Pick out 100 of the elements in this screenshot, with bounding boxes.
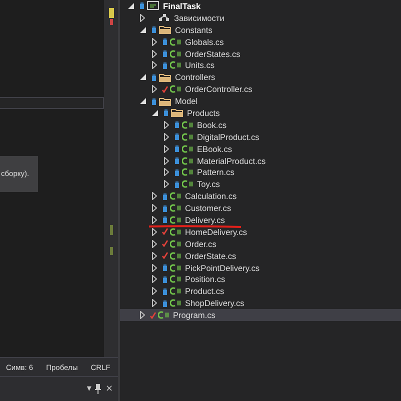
tree-item[interactable]: DigitalProduct.cs bbox=[120, 130, 401, 143]
tree-item[interactable]: OrderController.cs bbox=[120, 83, 401, 96]
expanded-arrow-icon[interactable] bbox=[140, 74, 146, 80]
tree-item[interactable]: Delivery.cs bbox=[120, 214, 401, 226]
collapsed-arrow-icon[interactable] bbox=[152, 287, 157, 296]
item-label: Model bbox=[175, 96, 198, 106]
item-label: DigitalProduct.cs bbox=[197, 132, 260, 142]
item-label: Calculation.cs bbox=[185, 191, 237, 202]
tree-item[interactable]: Units.cs bbox=[120, 59, 401, 72]
tree-item[interactable]: Globals.cs bbox=[120, 36, 401, 48]
collapsed-arrow-icon[interactable] bbox=[152, 228, 157, 236]
tree-item[interactable]: Calculation.cs bbox=[120, 190, 401, 202]
collapsed-arrow-icon[interactable] bbox=[152, 61, 157, 70]
tree-item[interactable]: Model bbox=[120, 95, 401, 108]
item-label: Program.cs bbox=[173, 310, 216, 320]
collapsed-arrow-icon[interactable] bbox=[140, 311, 145, 320]
csharp-file-icon bbox=[170, 61, 181, 70]
item-label: Order.cs bbox=[185, 238, 216, 249]
close-button[interactable]: × bbox=[104, 384, 114, 394]
tree-item[interactable]: Program.cs bbox=[120, 309, 401, 322]
collapsed-arrow-icon[interactable] bbox=[164, 120, 169, 129]
csharp-file-icon bbox=[170, 192, 181, 200]
collapsed-arrow-icon[interactable] bbox=[140, 14, 145, 22]
tree-item[interactable]: Toy.cs bbox=[120, 178, 401, 190]
csharp-file-icon bbox=[182, 168, 193, 176]
expanded-arrow-icon[interactable] bbox=[140, 26, 146, 33]
item-label: EBook.cs bbox=[197, 144, 232, 154]
item-label: Constants bbox=[175, 24, 212, 35]
tree-item[interactable]: Controllers bbox=[120, 71, 401, 84]
collapsed-arrow-icon[interactable] bbox=[152, 240, 157, 248]
tree-item[interactable]: MaterialProduct.cs bbox=[120, 154, 401, 166]
csharp-file-icon bbox=[170, 38, 181, 46]
collapsed-arrow-icon[interactable] bbox=[164, 144, 169, 153]
tree-item[interactable]: OrderState.cs bbox=[120, 250, 401, 262]
csharp-file-icon bbox=[170, 275, 181, 284]
folder-icon bbox=[159, 72, 171, 82]
expanded-arrow-icon[interactable] bbox=[152, 110, 158, 116]
csharp-file-icon bbox=[170, 252, 181, 260]
collapsed-arrow-icon[interactable] bbox=[152, 85, 157, 94]
project-icon bbox=[147, 1, 159, 10]
folder-icon bbox=[171, 108, 183, 118]
collapsed-arrow-icon[interactable] bbox=[152, 216, 157, 224]
csharp-file-icon bbox=[170, 216, 181, 224]
tree-item[interactable]: HomeDelivery.cs bbox=[120, 226, 401, 238]
csharp-file-icon bbox=[182, 144, 193, 153]
tree-item[interactable]: Constants bbox=[120, 24, 401, 36]
csharp-file-icon bbox=[170, 50, 181, 58]
item-label: Controllers bbox=[175, 72, 216, 82]
csharp-file-icon bbox=[170, 85, 181, 94]
collapsed-arrow-icon[interactable] bbox=[152, 50, 157, 58]
item-label: Book.cs bbox=[197, 120, 227, 130]
tree-item[interactable]: FinalTask bbox=[120, 0, 401, 12]
dependencies-icon bbox=[158, 13, 170, 22]
item-label: Product.cs bbox=[185, 286, 224, 296]
collapsed-arrow-icon[interactable] bbox=[164, 132, 169, 141]
csharp-file-icon bbox=[182, 120, 193, 129]
tree-item[interactable]: Position.cs bbox=[120, 273, 401, 286]
tree-item[interactable]: Product.cs bbox=[120, 285, 401, 298]
collapsed-arrow-icon[interactable] bbox=[152, 264, 157, 272]
tree-item[interactable]: Products bbox=[120, 107, 401, 119]
tree-item[interactable]: ShopDelivery.cs bbox=[120, 297, 401, 310]
collapsed-arrow-icon[interactable] bbox=[152, 192, 157, 200]
tree-item[interactable]: Book.cs bbox=[120, 118, 401, 131]
collapsed-arrow-icon[interactable] bbox=[152, 38, 157, 46]
item-label: OrderState.cs bbox=[185, 250, 236, 261]
tree-item[interactable]: Зависимости bbox=[120, 12, 401, 24]
csharp-file-icon bbox=[170, 299, 181, 308]
tree-item[interactable]: PickPointDelivery.cs bbox=[120, 262, 401, 274]
expanded-arrow-icon[interactable] bbox=[128, 2, 134, 9]
item-label: Units.cs bbox=[185, 60, 215, 70]
tree-item[interactable]: Order.cs bbox=[120, 238, 401, 250]
item-label: Delivery.cs bbox=[185, 214, 225, 225]
item-label: MaterialProduct.cs bbox=[197, 156, 266, 166]
collapsed-arrow-icon[interactable] bbox=[164, 180, 169, 188]
tree-item[interactable]: Pattern.cs bbox=[120, 166, 401, 178]
collapsed-arrow-icon[interactable] bbox=[164, 168, 169, 176]
collapsed-arrow-icon[interactable] bbox=[152, 275, 157, 284]
tree-item[interactable]: EBook.cs bbox=[120, 142, 401, 155]
csharp-file-icon bbox=[170, 264, 181, 272]
item-label: Customer.cs bbox=[185, 203, 232, 214]
tree-item[interactable]: OrderStates.cs bbox=[120, 48, 401, 60]
dropdown-button[interactable]: ▾ bbox=[86, 384, 92, 394]
collapsed-arrow-icon[interactable] bbox=[152, 252, 157, 260]
folder-icon bbox=[159, 96, 171, 106]
tree-item[interactable]: Customer.cs bbox=[120, 202, 401, 214]
collapsed-arrow-icon[interactable] bbox=[152, 299, 157, 308]
csharp-file-icon bbox=[170, 204, 181, 212]
csharp-file-icon bbox=[170, 228, 181, 236]
csharp-file-icon bbox=[182, 180, 193, 188]
item-label: ShopDelivery.cs bbox=[185, 298, 244, 308]
item-label: HomeDelivery.cs bbox=[185, 226, 248, 237]
folder-icon bbox=[159, 25, 171, 34]
expanded-arrow-icon[interactable] bbox=[140, 98, 146, 104]
item-label: Зависимости bbox=[174, 12, 224, 23]
collapsed-arrow-icon[interactable] bbox=[164, 156, 169, 165]
pin-icon[interactable] bbox=[95, 384, 102, 394]
csharp-file-icon bbox=[182, 132, 193, 141]
csharp-file-icon bbox=[158, 311, 169, 320]
collapsed-arrow-icon[interactable] bbox=[152, 204, 157, 212]
csharp-file-icon bbox=[170, 240, 181, 248]
